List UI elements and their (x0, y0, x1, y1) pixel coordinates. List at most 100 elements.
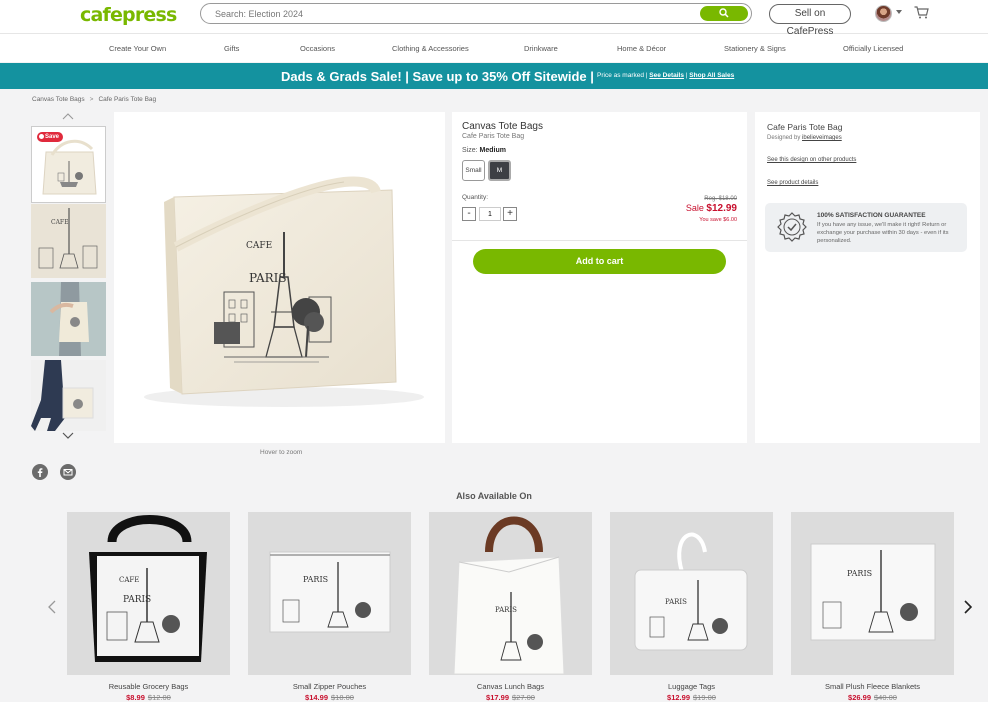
pinterest-save-button[interactable]: Save (37, 132, 63, 142)
related-product-name: Small Plush Fleece Blankets (824, 682, 921, 691)
breadcrumb-current: Cafe Paris Tote Bag (98, 96, 157, 103)
quantity-input[interactable] (479, 207, 501, 221)
sale-label: Sale (685, 203, 704, 213)
product-subtitle: Cafe Paris Tote Bag (462, 133, 525, 140)
quantity-decrease-button[interactable]: - (462, 207, 476, 221)
search-button[interactable] (700, 6, 748, 21)
svg-text:PARIS: PARIS (495, 606, 517, 614)
hover-to-zoom-hint: Hover to zoom (260, 449, 303, 456)
related-product-card[interactable]: PARIS Small Plush Fleece Blankets $26.99… (791, 512, 954, 702)
related-product-name: Luggage Tags (668, 682, 715, 691)
thumbnail-4[interactable] (31, 360, 106, 431)
svg-text:CAFE: CAFE (119, 576, 139, 584)
also-available-title: Also Available On (456, 491, 532, 501)
search-icon (719, 8, 729, 18)
nav-officially-licensed[interactable]: Officially Licensed (843, 44, 903, 53)
thumbnail-1[interactable]: Save (31, 126, 106, 203)
sale-banner: Dads & Grads Sale! | Save up to 35% Off … (0, 63, 988, 89)
related-product-image: PARIS (429, 512, 592, 675)
svg-text:PARIS: PARIS (847, 569, 872, 578)
nav-stationery-signs[interactable]: Stationery & Signs (724, 44, 786, 53)
facebook-icon (37, 468, 43, 477)
banner-note: Price as marked | (597, 72, 648, 79)
thumbnails-down-chevron-icon[interactable] (62, 432, 74, 439)
sale-price-line: Sale $12.99 (686, 203, 737, 214)
lunch-bag-image: PARIS (453, 516, 565, 675)
model-walking-tote-thumbnail-image (31, 360, 94, 431)
see-design-on-other-products-link[interactable]: See this design on other products (767, 157, 856, 163)
grocery-bag-image: CAFE PARIS (89, 515, 207, 662)
thumbnail-2[interactable]: CAFE (31, 204, 106, 278)
cafe-paris-tote-bag-image: CAFE PARIS (144, 176, 424, 407)
guarantee-seal-icon (777, 212, 807, 242)
account-avatar[interactable] (875, 5, 892, 22)
satisfaction-guarantee: 100% SATISFACTION GUARANTEE If you have … (765, 203, 967, 252)
search-bar (200, 3, 752, 24)
regular-price: Reg. $18.00 (704, 196, 737, 202)
nav-drinkware[interactable]: Drinkware (524, 44, 558, 53)
sale-price: $12.99 (706, 203, 737, 214)
shop-all-sales-link[interactable]: Shop All Sales (689, 72, 734, 79)
related-product-card[interactable]: CAFE PARIS Reusable Grocery Bags $8.99 $1… (67, 512, 230, 702)
category-nav: Create Your Own Gifts Occasions Clothing… (0, 34, 988, 62)
related-product-card[interactable]: PARIS Luggage Tags $12.99 $19.00 (610, 512, 773, 702)
related-product-card[interactable]: PARIS Canvas Lunch Bags $17.99 $27.00 (429, 512, 592, 702)
svg-text:PARIS: PARIS (665, 598, 687, 606)
nav-create-your-own[interactable]: Create Your Own (109, 44, 166, 53)
svg-text:PARIS: PARIS (303, 575, 328, 584)
cafepress-logo[interactable]: cafepress (80, 4, 177, 26)
quantity-label: Quantity: (462, 194, 489, 201)
banner-headline: Dads & Grads Sale! | Save up to 35% Off … (281, 69, 594, 84)
email-share-button[interactable] (60, 464, 76, 480)
related-product-name: Canvas Lunch Bags (476, 682, 545, 691)
selected-size-value: Medium (479, 147, 506, 154)
thumbnail-3[interactable] (31, 282, 106, 356)
banner-separator: | (685, 72, 688, 79)
see-details-link[interactable]: See Details (649, 72, 684, 79)
designed-by-label: Designed by (767, 135, 801, 141)
site-header: cafepress Sell on CafePress (0, 0, 988, 37)
svg-text:CAFE: CAFE (246, 241, 272, 251)
you-save-text: You save $6.00 (699, 217, 737, 223)
design-closeup-thumbnail-image: CAFE (38, 208, 98, 269)
related-product-card[interactable]: PARIS Small Zipper Pouches $14.99 $18.00 (248, 512, 411, 702)
facebook-share-button[interactable] (32, 464, 48, 480)
zipper-pouch-image: PARIS (269, 551, 391, 633)
guarantee-text: If you have any issue, we'll make it rig… (817, 222, 949, 244)
nav-gifts[interactable]: Gifts (224, 44, 239, 53)
thumbnails-up-chevron-icon[interactable] (62, 113, 74, 120)
quantity-increase-button[interactable]: + (503, 207, 517, 221)
account-chevron-down-icon[interactable] (896, 10, 902, 14)
designer-link[interactable]: ibelieveimages (802, 135, 842, 141)
model-holding-tote-thumbnail-image (31, 282, 106, 356)
see-product-details-link[interactable]: See product details (767, 180, 818, 186)
sell-on-cafepress-button[interactable]: Sell on CafePress (769, 4, 851, 37)
related-product-image: PARIS (791, 512, 954, 675)
related-product-name: Reusable Grocery Bags (108, 682, 189, 691)
related-product-image: PARIS (248, 512, 411, 675)
email-icon (63, 469, 73, 476)
add-to-cart-button[interactable]: Add to cart (473, 249, 726, 274)
related-product-image: CAFE PARIS (67, 512, 230, 675)
quantity-stepper: - + (462, 207, 520, 221)
size-label: Size: Medium (462, 147, 506, 154)
related-product-image: PARIS (610, 512, 773, 675)
svg-text:CAFE: CAFE (51, 219, 68, 226)
svg-text:PARIS: PARIS (123, 595, 151, 605)
cart-icon[interactable] (914, 6, 929, 19)
main-product-image[interactable]: CAFE PARIS (114, 112, 445, 443)
nav-clothing-accessories[interactable]: Clothing & Accessories (392, 44, 469, 53)
size-label-text: Size: (462, 147, 478, 154)
size-medium-button[interactable]: M (488, 160, 511, 181)
carousel-next-chevron-icon[interactable] (964, 600, 972, 614)
nav-occasions[interactable]: Occasions (300, 44, 335, 53)
size-small-button[interactable]: Small (462, 160, 485, 181)
breadcrumb-canvas-tote-bags[interactable]: Canvas Tote Bags (32, 96, 85, 103)
carousel-prev-chevron-icon[interactable] (48, 600, 56, 614)
search-input[interactable] (215, 6, 685, 21)
nav-home-decor[interactable]: Home & Décor (617, 44, 666, 53)
guarantee-title: 100% SATISFACTION GUARANTEE (817, 212, 926, 219)
designed-by: Designed by ibelieveimages (767, 135, 842, 141)
luggage-tag-image: PARIS (634, 532, 748, 651)
product-title: Canvas Tote Bags (462, 121, 543, 132)
